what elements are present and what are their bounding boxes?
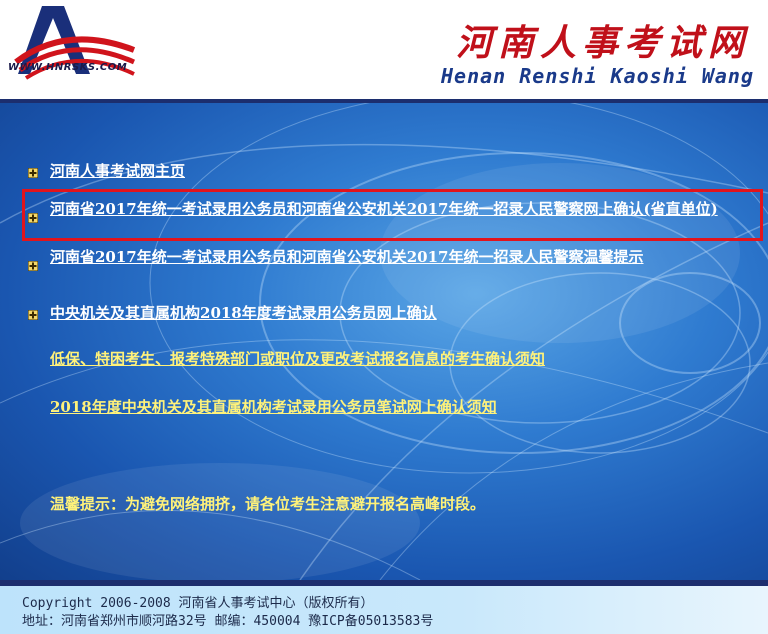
link-written-exam-confirm-notice[interactable]: 2018年度中央机关及其直属机构考试录用公务员笔试网上确认须知 xyxy=(50,397,758,417)
footer-copyright: Copyright 2006-2008 河南省人事考试中心（版权所有） xyxy=(22,596,374,611)
site-logo[interactable] xyxy=(6,4,136,94)
plus-bullet-icon xyxy=(28,261,38,271)
link-special-candidates-notice[interactable]: 低保、特困考生、报考特殊部门或职位及更改考试报名信息的考生确认须知 xyxy=(50,349,758,369)
plus-bullet-icon xyxy=(28,310,38,320)
highlight-box xyxy=(22,189,763,241)
footer-address: 地址：河南省郑州市顺河路32号 邮编：450004 豫ICP备05013583号 xyxy=(22,614,434,629)
site-title-chinese: 河南人事考试网 xyxy=(455,22,750,64)
link-home[interactable]: 河南人事考试网主页 xyxy=(50,161,758,181)
plus-bullet-icon xyxy=(28,168,38,178)
logo-url-text: WWW.HNRSKS.COM xyxy=(8,62,128,73)
link-central-confirm[interactable]: 中央机关及其直属机构2018年度考试录用公务员网上确认 xyxy=(50,303,758,323)
site-title-english: Henan Renshi Kaoshi Wang xyxy=(441,64,754,88)
site-footer: Copyright 2006-2008 河南省人事考试中心（版权所有） 地址：河… xyxy=(0,580,768,634)
warm-tip-text: 温馨提示：为避免网络拥挤，请各位考生注意避开报名高峰时段。 xyxy=(50,495,486,513)
footer-divider xyxy=(0,580,768,586)
site-header: WWW.HNRSKS.COM 河南人事考试网 Henan Renshi Kaos… xyxy=(0,0,768,103)
link-warm-tips[interactable]: 河南省2017年统一考试录用公务员和河南省公安机关2017年统一招录人民警察温馨… xyxy=(50,247,758,267)
main-content-panel: 河南人事考试网主页 河南省2017年统一考试录用公务员和河南省公安机关2017年… xyxy=(0,103,768,580)
